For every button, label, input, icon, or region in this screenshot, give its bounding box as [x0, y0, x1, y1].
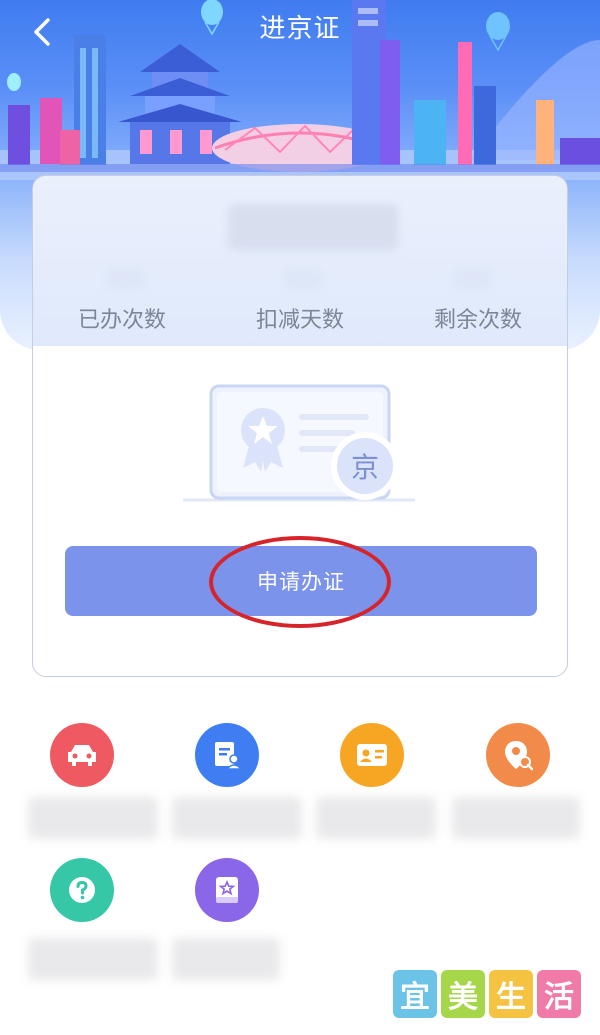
service-guide-button[interactable]	[195, 858, 259, 922]
deducted-days-label: 扣减天数	[255, 308, 344, 333]
service-label-5	[28, 938, 158, 980]
page-title: 进京证	[259, 14, 341, 44]
watermark-char-1: 宜	[393, 970, 437, 1018]
jing-badge-text: 京	[351, 451, 379, 484]
service-id-card-button[interactable]	[340, 723, 404, 787]
service-label-2	[172, 797, 302, 839]
service-help-button[interactable]	[50, 858, 114, 922]
license-illustration: 京	[183, 376, 423, 510]
service-application-button[interactable]	[195, 723, 259, 787]
watermark-char-3: 生	[489, 970, 533, 1018]
remaining-count-label: 剩余次数	[433, 308, 522, 333]
watermark-char-4: 活	[537, 970, 581, 1018]
guide-book-icon	[216, 877, 238, 903]
blurred-remaining-count	[453, 268, 493, 290]
issued-count-label: 已办次数	[77, 308, 166, 333]
id-card-icon	[357, 744, 387, 766]
help-icon	[69, 877, 95, 903]
blurred-deducted-days	[283, 268, 323, 290]
service-car-button[interactable]	[50, 723, 114, 787]
service-label-1	[28, 797, 158, 839]
watermark-logo: 宜 美 生 活	[393, 970, 581, 1018]
stats-panel: 已办次数 扣减天数 剩余次数	[33, 176, 567, 346]
service-label-4	[452, 797, 580, 839]
permit-card: 已办次数 扣减天数 剩余次数 京 申请办证	[32, 175, 568, 677]
form-user-icon	[215, 742, 242, 770]
service-location-search-button[interactable]	[486, 723, 550, 787]
service-label-6	[172, 938, 280, 980]
service-label-3	[316, 797, 436, 839]
apply-permit-label: 申请办证	[257, 570, 345, 594]
blurred-plate-info	[228, 204, 398, 250]
watermark-char-2: 美	[441, 970, 485, 1018]
apply-permit-button[interactable]: 申请办证	[65, 546, 537, 616]
stats-labels: 已办次数 扣减天数 剩余次数	[33, 302, 567, 334]
car-icon	[68, 745, 96, 766]
blurred-issued-count	[105, 268, 145, 290]
location-search-icon	[505, 741, 533, 771]
